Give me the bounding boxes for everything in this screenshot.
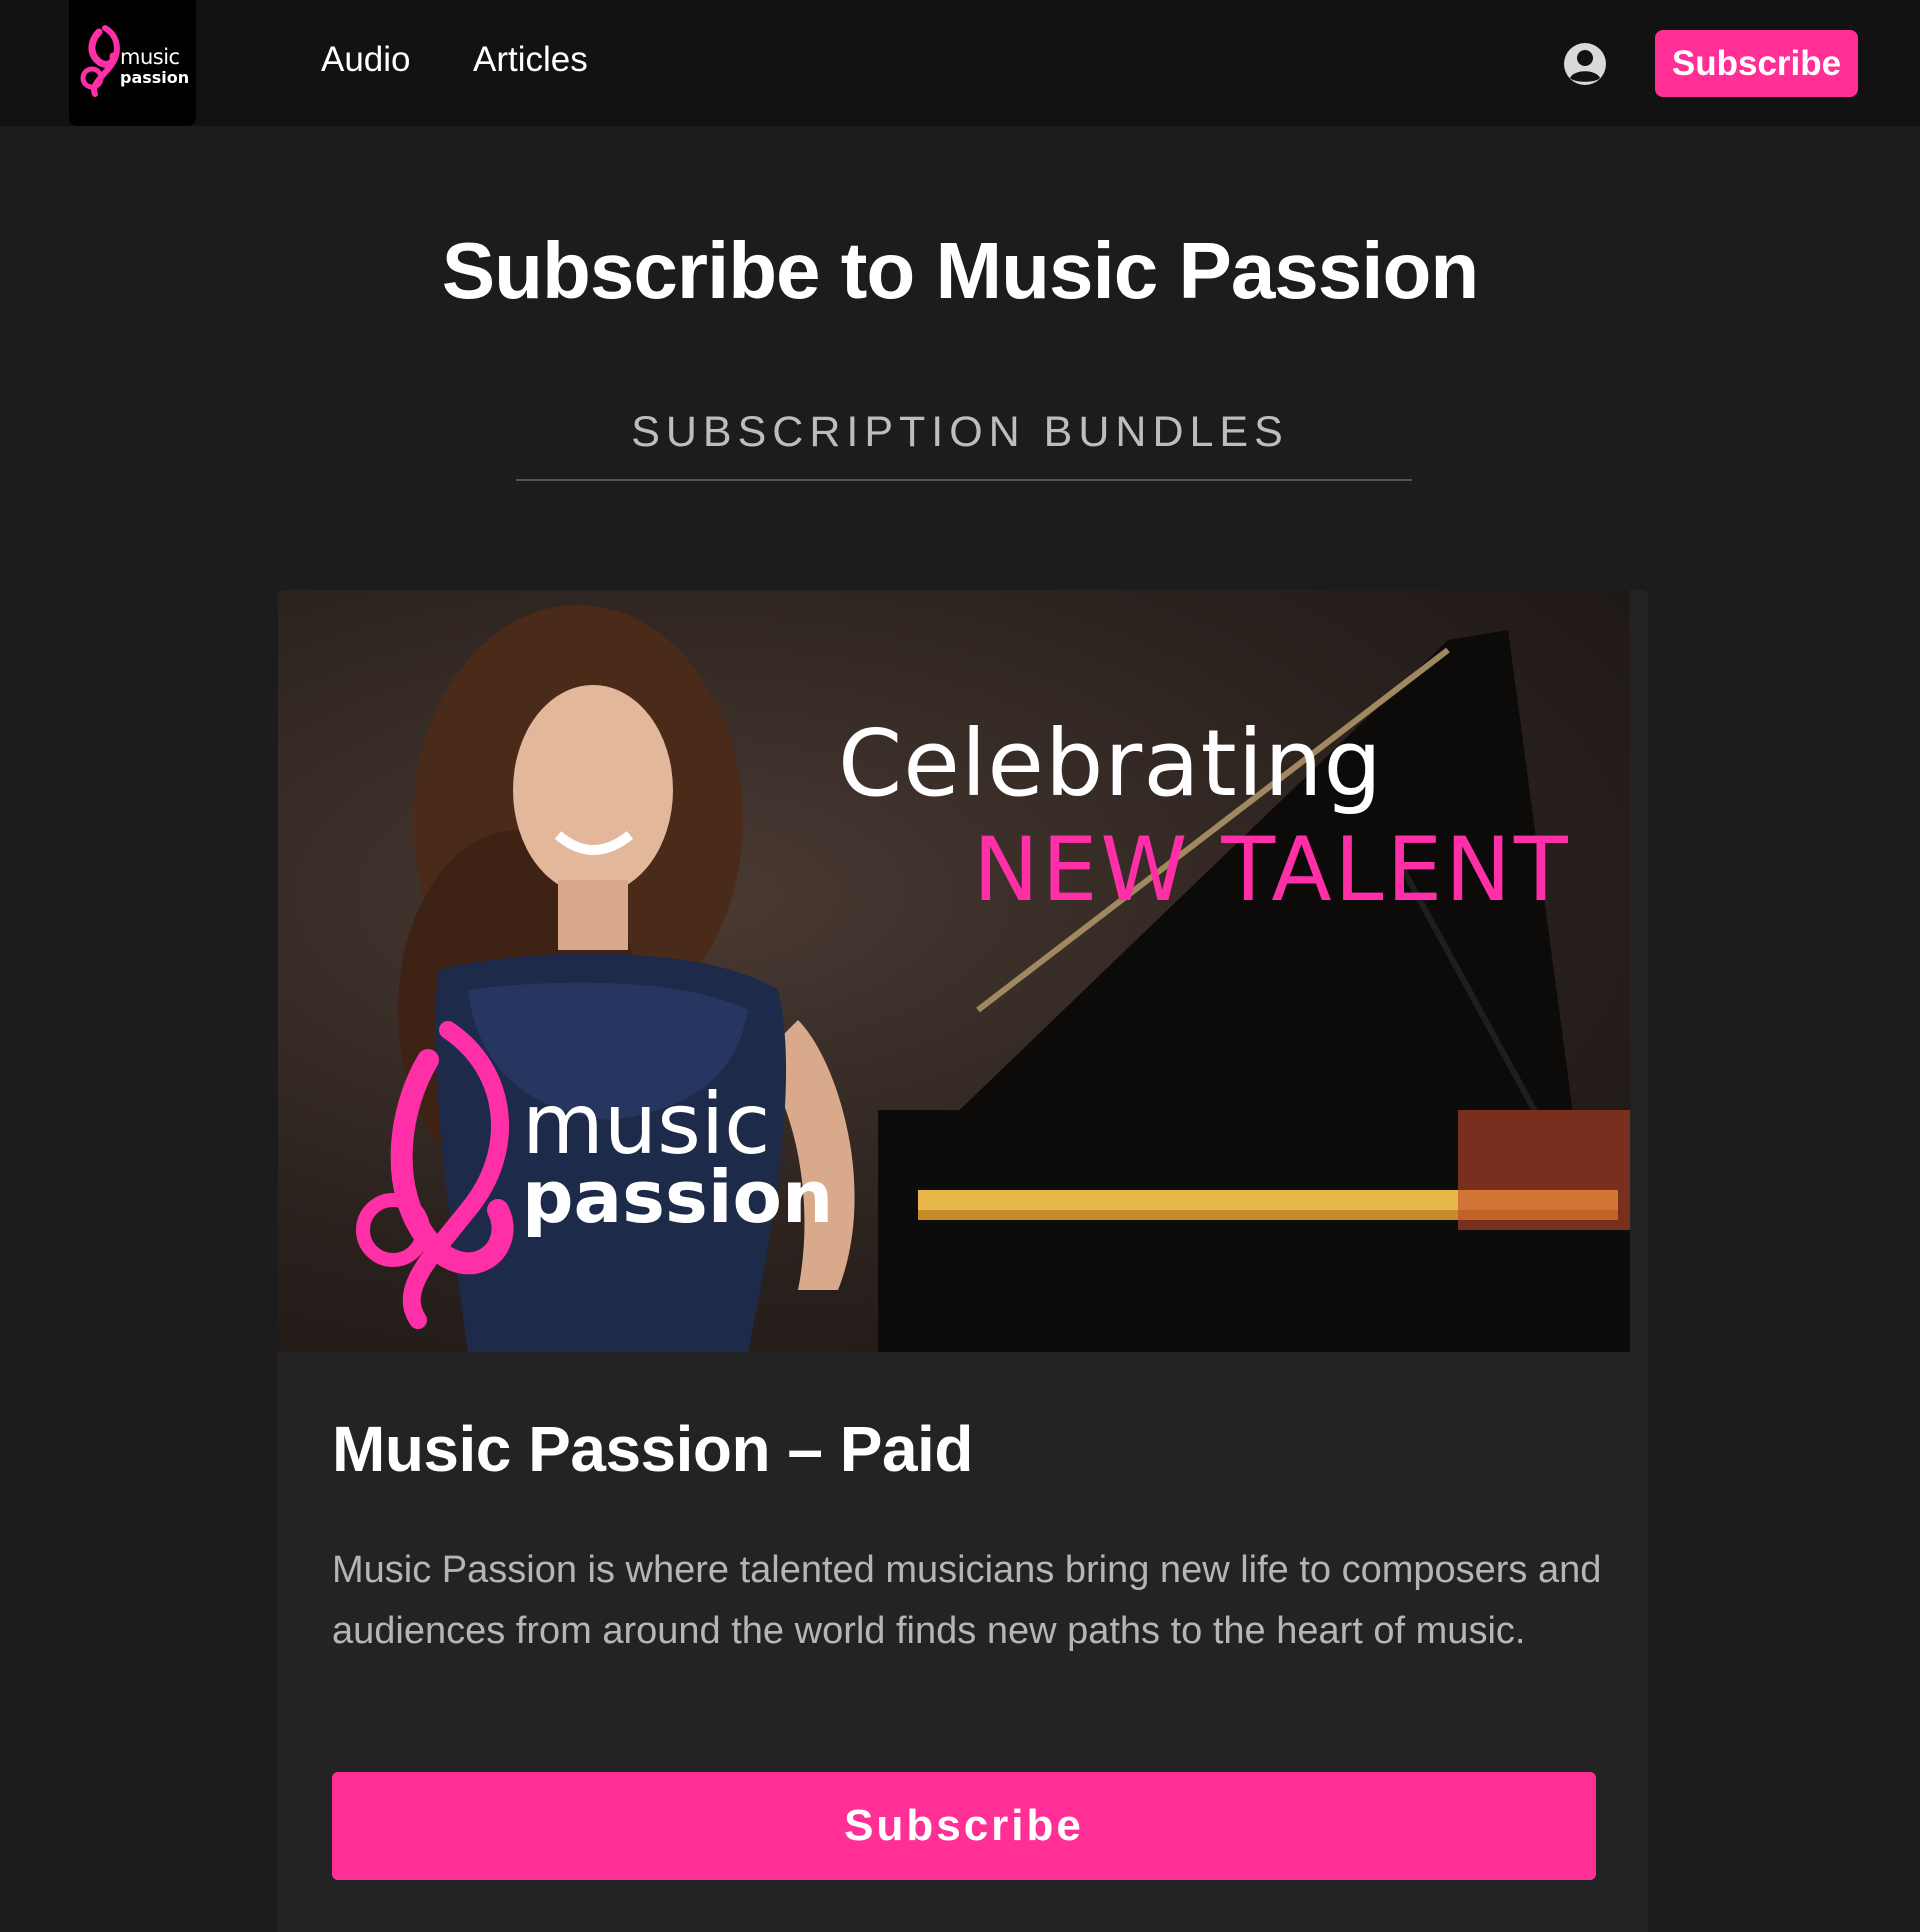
- logo-text-passion: passion: [120, 68, 190, 87]
- header-subscribe-button[interactable]: Subscribe: [1655, 30, 1858, 97]
- section-divider: [516, 479, 1412, 481]
- banner-headline: Celebrating: [838, 710, 1383, 817]
- site-logo[interactable]: music passion: [69, 0, 196, 126]
- logo-text-music: music: [120, 45, 180, 69]
- banner-logo-passion: passion: [522, 1155, 834, 1239]
- bundle-subscribe-button[interactable]: Subscribe: [332, 1772, 1596, 1880]
- banner-tagline: NEW TALENT: [973, 818, 1571, 921]
- bundle-card: Celebrating NEW TALENT music passion Mus…: [278, 590, 1648, 1932]
- page-title: Subscribe to Music Passion: [441, 226, 1480, 315]
- bundle-title: Music Passion – Paid: [332, 1413, 973, 1485]
- nav-link-audio[interactable]: Audio: [321, 40, 411, 80]
- account-circle-icon[interactable]: [1562, 41, 1608, 87]
- bundle-banner-image: Celebrating NEW TALENT music passion: [278, 590, 1630, 1352]
- banner-artwork: [356, 605, 1630, 1352]
- section-label-subscription-bundles: SUBSCRIPTION BUNDLES: [631, 408, 1289, 456]
- nav-link-articles[interactable]: Articles: [473, 40, 588, 80]
- bundle-description: Music Passion is where talented musician…: [332, 1549, 1602, 1652]
- top-navigation-bar: music passion Audio Articles Subscribe: [0, 0, 1920, 126]
